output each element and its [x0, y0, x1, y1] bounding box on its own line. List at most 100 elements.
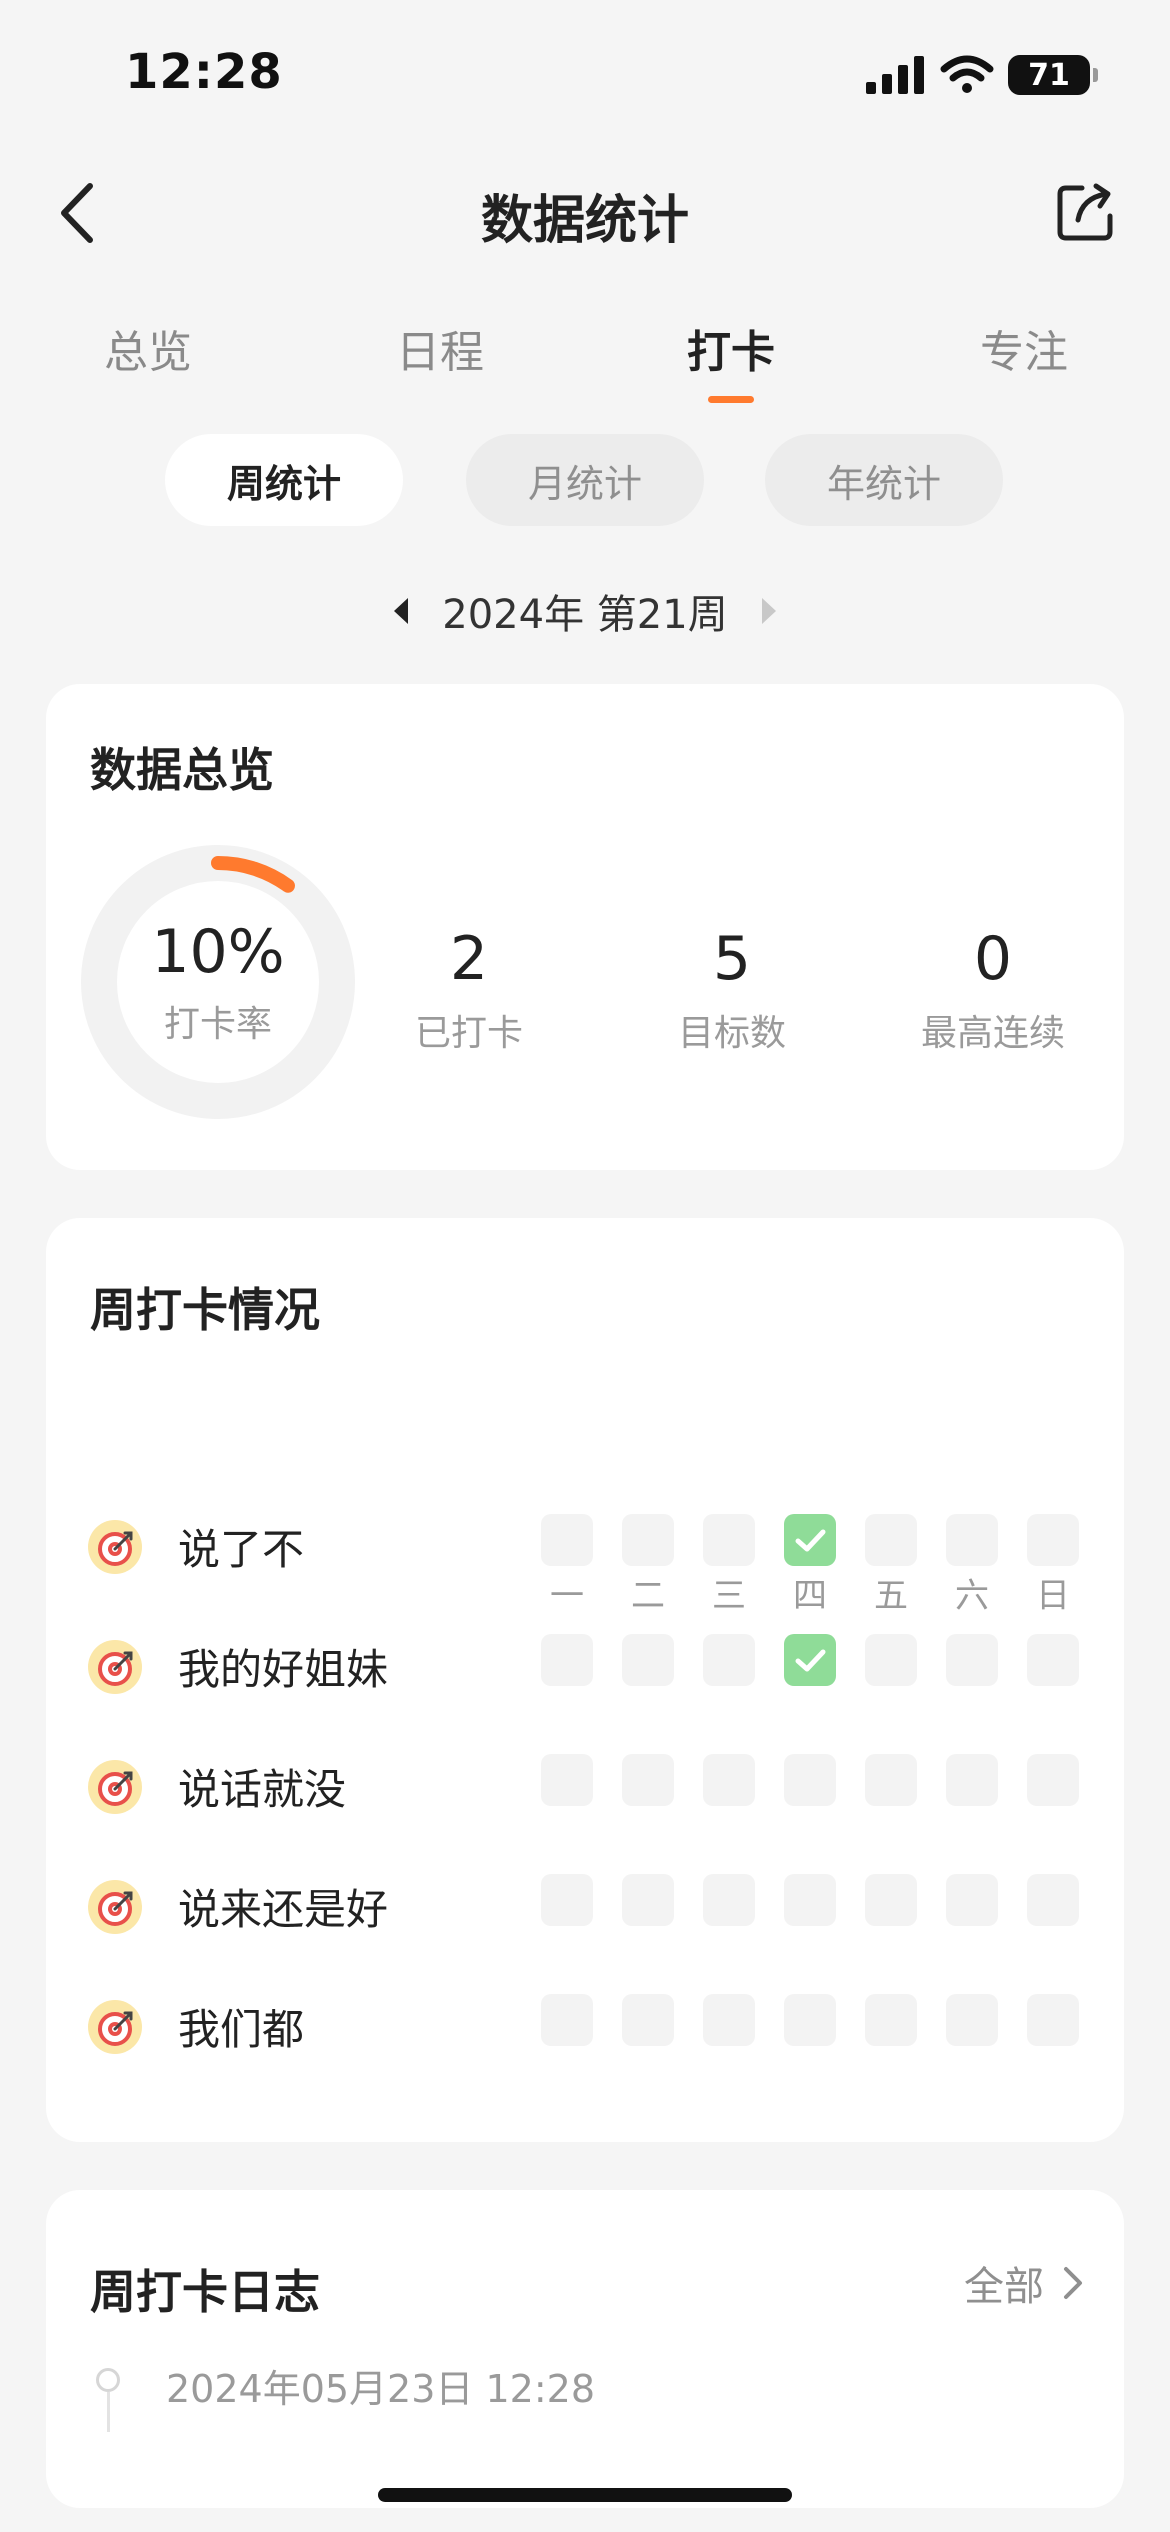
battery-level: 71: [1028, 57, 1070, 93]
checkin-cell-empty[interactable]: [1027, 1874, 1079, 1926]
next-week-icon[interactable]: [761, 598, 776, 624]
checkin-cell-empty[interactable]: [865, 1754, 917, 1806]
checkin-cell-empty[interactable]: [622, 1994, 674, 2046]
wifi-icon: [940, 55, 994, 93]
checkmark-icon: [795, 1529, 826, 1552]
habit-row[interactable]: 我的好姐妹: [46, 1632, 1124, 1702]
weekly-title: 周打卡情况: [90, 1283, 320, 1337]
week-selector: 2024年 第21周: [0, 582, 1170, 640]
checkin-cell-empty[interactable]: [541, 1514, 593, 1566]
log-entry-time: 2024年05月23日 12:28: [166, 2367, 596, 2411]
target-icon: [88, 1640, 142, 1694]
checkin-cell-empty[interactable]: [1027, 1994, 1079, 2046]
checkmark-icon: [795, 1649, 826, 1672]
share-button[interactable]: [1054, 180, 1118, 244]
weekly-stats-pill[interactable]: 周统计: [165, 434, 403, 526]
checkin-rate-label: 打卡率: [163, 1004, 272, 1045]
chevron-right-icon: [1064, 2267, 1082, 2299]
checkin-cell-empty[interactable]: [703, 1994, 755, 2046]
weekly-log-card: 周打卡日志 全部 2024年05月23日 12:28: [46, 2190, 1124, 2508]
view-all-label: 全部: [964, 2264, 1044, 2310]
habit-name: 说话就没: [178, 1765, 347, 1814]
home-indicator: [378, 2488, 792, 2502]
weekly-checkin-card: 周打卡情况 一二三四五六日 说了不 我的好姐妹 说话就没 说来还是好 我们都: [46, 1218, 1124, 2142]
stat-label: 目标数: [677, 1013, 786, 1054]
checkin-cell-empty[interactable]: [622, 1514, 674, 1566]
target-icon: [88, 1760, 142, 1814]
habit-name: 说了不: [178, 1525, 305, 1574]
tab-checkin[interactable]: 打卡: [687, 316, 775, 403]
yearly-stats-pill[interactable]: 年统计: [765, 434, 1003, 526]
page-title: 数据统计: [480, 191, 689, 251]
stat-value: 5: [712, 924, 752, 994]
checkin-cell-empty[interactable]: [1027, 1754, 1079, 1806]
checkin-cell-empty[interactable]: [946, 1754, 998, 1806]
habit-row[interactable]: 说了不: [46, 1512, 1124, 1582]
checkin-cell-done[interactable]: [784, 1514, 836, 1566]
log-title: 周打卡日志: [90, 2265, 320, 2319]
timeline-line: [107, 2392, 110, 2432]
checkin-cell-empty[interactable]: [865, 1994, 917, 2046]
habit-name: 我的好姐妹: [178, 1645, 389, 1694]
target-icon: [88, 1520, 142, 1574]
stat-label: 最高连续: [920, 1013, 1065, 1054]
checkin-cell-empty[interactable]: [1027, 1634, 1079, 1686]
checkin-cell-empty[interactable]: [946, 1874, 998, 1926]
habit-row[interactable]: 说来还是好: [46, 1872, 1124, 1942]
checkin-cell-empty[interactable]: [622, 1634, 674, 1686]
checkin-cell-empty[interactable]: [784, 1994, 836, 2046]
status-time: 12:28: [125, 44, 283, 100]
checkin-cell-empty[interactable]: [622, 1874, 674, 1926]
habit-row[interactable]: 说话就没: [46, 1752, 1124, 1822]
habit-name: 说来还是好: [178, 1885, 389, 1934]
overview-card: 数据总览 10% 打卡率 2 已打卡 5 目标数 0 最高连续: [46, 684, 1124, 1170]
checkin-cell-empty[interactable]: [946, 1994, 998, 2046]
battery-icon: 71: [1008, 55, 1098, 95]
checkin-rate-value: 10%: [151, 917, 285, 987]
stat-label: 已打卡: [414, 1013, 523, 1054]
habit-row[interactable]: 我们都: [46, 1992, 1124, 2062]
tab-label: 总览: [104, 327, 192, 378]
stat-longest-streak: 0 最高连续: [883, 924, 1103, 1056]
checkin-cell-empty[interactable]: [541, 1874, 593, 1926]
view-all-link[interactable]: 全部: [964, 2254, 1084, 2312]
monthly-stats-pill[interactable]: 月统计: [466, 434, 704, 526]
checkin-cell-empty[interactable]: [946, 1634, 998, 1686]
target-icon: [88, 1880, 142, 1934]
checkin-cell-empty[interactable]: [703, 1874, 755, 1926]
stat-value: 2: [449, 924, 489, 994]
checkin-cell-empty[interactable]: [865, 1634, 917, 1686]
stat-checked-in: 2 已打卡: [359, 924, 579, 1056]
checkin-cell-empty[interactable]: [946, 1514, 998, 1566]
checkin-cell-empty[interactable]: [784, 1874, 836, 1926]
stat-goal-count: 5 目标数: [622, 924, 842, 1056]
tab-focus[interactable]: 专注: [980, 316, 1068, 380]
tab-active-indicator: [708, 396, 754, 403]
tab-overview[interactable]: 总览: [104, 316, 192, 380]
checkin-cell-empty[interactable]: [703, 1754, 755, 1806]
share-icon: [1057, 183, 1113, 241]
prev-week-icon[interactable]: [394, 598, 409, 624]
stat-value: 0: [973, 924, 1013, 994]
target-icon: [88, 2000, 142, 2054]
signal-icon: [866, 56, 924, 94]
checkin-cell-done[interactable]: [784, 1634, 836, 1686]
stats-tabs: 总览 日程 打卡 专注: [0, 316, 1170, 403]
week-label: 2024年 第21周: [442, 592, 728, 638]
checkin-cell-empty[interactable]: [784, 1754, 836, 1806]
checkin-cell-empty[interactable]: [865, 1874, 917, 1926]
tab-schedule[interactable]: 日程: [396, 316, 484, 380]
checkin-cell-empty[interactable]: [703, 1514, 755, 1566]
tab-label: 打卡: [687, 327, 775, 378]
tab-label: 专注: [980, 327, 1068, 378]
habit-name: 我们都: [178, 2005, 305, 2054]
checkin-cell-empty[interactable]: [622, 1754, 674, 1806]
checkin-cell-empty[interactable]: [541, 1754, 593, 1806]
checkin-cell-empty[interactable]: [865, 1514, 917, 1566]
checkin-cell-empty[interactable]: [541, 1634, 593, 1686]
checkin-cell-empty[interactable]: [703, 1634, 755, 1686]
status-icons: 71: [866, 55, 1098, 95]
checkin-cell-empty[interactable]: [541, 1994, 593, 2046]
overview-title: 数据总览: [90, 743, 274, 797]
checkin-cell-empty[interactable]: [1027, 1514, 1079, 1566]
